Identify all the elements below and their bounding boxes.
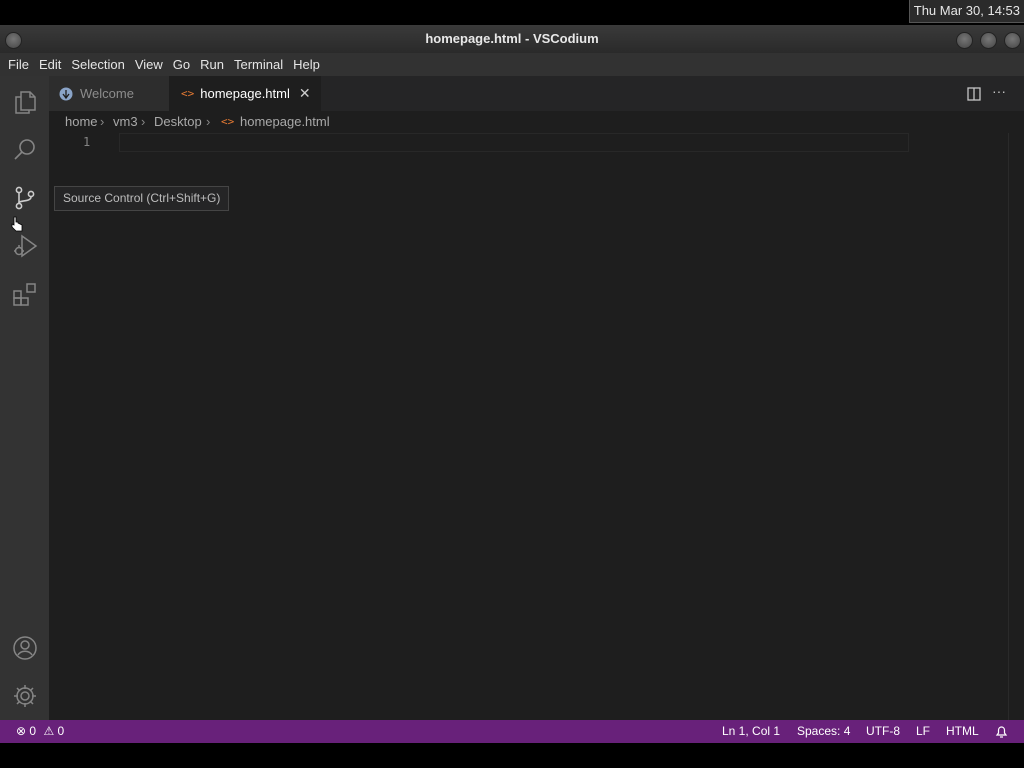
line-number: 1	[83, 135, 91, 149]
indentation-setting[interactable]: Spaces: 4	[797, 720, 850, 742]
files-icon	[14, 91, 36, 114]
window-title: homepage.html - VSCodium	[425, 31, 599, 46]
menu-file[interactable]: File	[4, 53, 33, 76]
breadcrumb: home › vm3 › Desktop › <> homepage.html	[49, 111, 1009, 133]
chevron-right-icon: ›	[206, 114, 211, 129]
editor-tab-bar: Welcome <> homepage.html ✕ ···	[49, 76, 1024, 111]
explorer-button[interactable]	[0, 78, 49, 126]
more-actions-icon[interactable]: ···	[992, 83, 1006, 99]
gear-icon	[13, 685, 36, 707]
vscodium-logo-icon	[59, 87, 73, 100]
mouse-cursor-icon	[11, 216, 23, 232]
maximize-button[interactable]	[980, 32, 997, 49]
vscodium-window: homepage.html - VSCodium File Edit Selecti…	[0, 25, 1024, 743]
breadcrumb-home[interactable]: home	[65, 111, 98, 133]
breadcrumb-vm3[interactable]: vm3	[113, 111, 138, 133]
status-bar: ⊗ 0 ⚠ 0 Ln 1, Col 1 Spaces: 4 UTF-8 LF H…	[0, 720, 1024, 743]
manage-button[interactable]	[0, 672, 49, 720]
minimize-button[interactable]	[956, 32, 973, 49]
tab-welcome[interactable]: Welcome	[49, 76, 169, 111]
accounts-button[interactable]	[0, 624, 49, 672]
split-editor-icon[interactable]	[966, 86, 982, 102]
chevron-right-icon: ›	[141, 114, 146, 129]
account-icon	[12, 636, 37, 660]
encoding-setting[interactable]: UTF-8	[866, 720, 900, 742]
system-clock[interactable]: Thu Mar 30, 14:53	[908, 0, 1024, 23]
html-file-icon: <>	[221, 115, 235, 128]
menu-run[interactable]: Run	[196, 53, 228, 76]
search-button[interactable]	[0, 126, 49, 174]
notification-bell-icon[interactable]	[995, 725, 1008, 739]
close-window-button[interactable]	[1004, 32, 1021, 49]
editor-scrollbar[interactable]	[1008, 133, 1024, 720]
window-titlebar[interactable]: homepage.html - VSCodium	[0, 25, 1024, 53]
menu-bar: File Edit Selection View Go Run Terminal Help	[0, 53, 1024, 76]
menu-terminal[interactable]: Terminal	[230, 53, 287, 76]
breadcrumb-desktop[interactable]: Desktop	[154, 111, 202, 133]
chevron-right-icon: ›	[100, 114, 105, 129]
extensions-icon	[12, 283, 36, 306]
source-control-tooltip: Source Control (Ctrl+Shift+G)	[54, 186, 230, 211]
warning-icon: ⚠	[43, 724, 55, 738]
tab-homepage-html[interactable]: <> homepage.html ✕	[169, 76, 321, 111]
source-control-icon	[15, 186, 34, 210]
source-control-button[interactable]	[0, 174, 49, 222]
menu-help[interactable]: Help	[289, 53, 324, 76]
menu-edit[interactable]: Edit	[35, 53, 65, 76]
warning-count: 0	[57, 724, 65, 738]
code-editor[interactable]: 1	[49, 133, 1008, 720]
run-debug-button[interactable]	[0, 222, 49, 270]
activity-bar	[0, 76, 49, 720]
menu-go[interactable]: Go	[169, 53, 194, 76]
desktop-bottom-bar	[0, 743, 1024, 768]
close-tab-icon[interactable]: ✕	[299, 85, 311, 102]
search-icon	[13, 139, 35, 160]
run-debug-icon	[13, 234, 37, 258]
menu-selection[interactable]: Selection	[67, 53, 128, 76]
extensions-button[interactable]	[0, 270, 49, 318]
menu-view[interactable]: View	[131, 53, 167, 76]
problems-indicator[interactable]: ⊗ 0 ⚠ 0	[16, 720, 64, 742]
tab-label: Welcome	[80, 86, 134, 101]
eol-setting[interactable]: LF	[916, 720, 930, 742]
error-count: 0	[29, 724, 37, 738]
desktop-top-bar: Thu Mar 30, 14:53	[0, 0, 1024, 25]
current-line-highlight	[119, 133, 909, 152]
language-mode[interactable]: HTML	[946, 720, 979, 742]
error-icon: ⊗	[16, 724, 27, 738]
html-file-icon: <>	[181, 87, 195, 100]
cursor-position[interactable]: Ln 1, Col 1	[722, 720, 780, 742]
tab-label: homepage.html	[200, 86, 290, 101]
breadcrumb-file[interactable]: homepage.html	[240, 111, 330, 133]
